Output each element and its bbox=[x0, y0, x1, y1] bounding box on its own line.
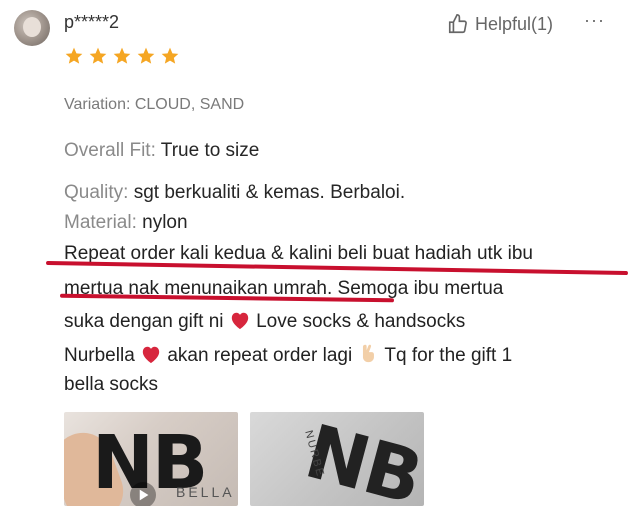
thumbs-up-icon bbox=[448, 14, 467, 34]
star-icon bbox=[65, 47, 83, 64]
review-text-thanks: Tq for the gift 1 bbox=[384, 345, 513, 366]
review-text-love: Love socks & handsocks bbox=[256, 311, 466, 332]
review-body-line-4: Nurbella akan repeat order lagi Tq for t… bbox=[64, 342, 512, 367]
material: Material: nylon bbox=[64, 212, 188, 234]
review-text-gift: suka dengan gift ni bbox=[64, 311, 224, 332]
quality-value: sgt berkualiti & kemas. Berbaloi. bbox=[133, 182, 406, 203]
helpful-label: Helpful(1) bbox=[475, 13, 554, 34]
review-body-line-5: bella socks bbox=[64, 374, 158, 395]
review-text-nurbella: Nurbella bbox=[64, 345, 135, 366]
review-photo-thumbnail[interactable]: NB NURBE bbox=[250, 412, 424, 506]
heart-icon bbox=[142, 346, 160, 364]
variation-text: Variation: CLOUD, SAND bbox=[64, 96, 245, 113]
star-icon bbox=[113, 47, 131, 64]
crossed-fingers-icon bbox=[363, 344, 375, 363]
helpful-button[interactable]: Helpful(1) bbox=[447, 10, 553, 38]
star-icon bbox=[89, 47, 107, 64]
overall-fit: Overall Fit: True to size bbox=[64, 140, 259, 162]
reviewer-username[interactable]: p*****2 bbox=[64, 12, 119, 33]
fit-value: True to size bbox=[160, 140, 260, 161]
star-icon bbox=[161, 47, 179, 64]
material-value: nylon bbox=[142, 212, 188, 233]
play-icon[interactable] bbox=[130, 482, 156, 506]
more-options-button[interactable]: ··· bbox=[584, 10, 605, 31]
quality: Quality: sgt berkualiti & kemas. Berbalo… bbox=[64, 182, 405, 204]
rating-stars bbox=[64, 46, 180, 66]
review-video-thumbnail[interactable]: NB BELLA bbox=[64, 412, 238, 506]
user-avatar[interactable] bbox=[14, 10, 50, 46]
star-icon bbox=[137, 47, 155, 64]
quality-label: Quality: bbox=[64, 182, 129, 203]
product-logo-sub: BELLA bbox=[176, 484, 235, 500]
review-text-repeat: akan repeat order lagi bbox=[167, 345, 353, 366]
fit-label: Overall Fit: bbox=[64, 140, 156, 161]
material-label: Material: bbox=[64, 212, 137, 233]
avatar-face bbox=[23, 17, 41, 37]
heart-icon bbox=[231, 312, 248, 330]
review-body-line-3: suka dengan gift ni Love socks & handsoc… bbox=[64, 310, 465, 333]
